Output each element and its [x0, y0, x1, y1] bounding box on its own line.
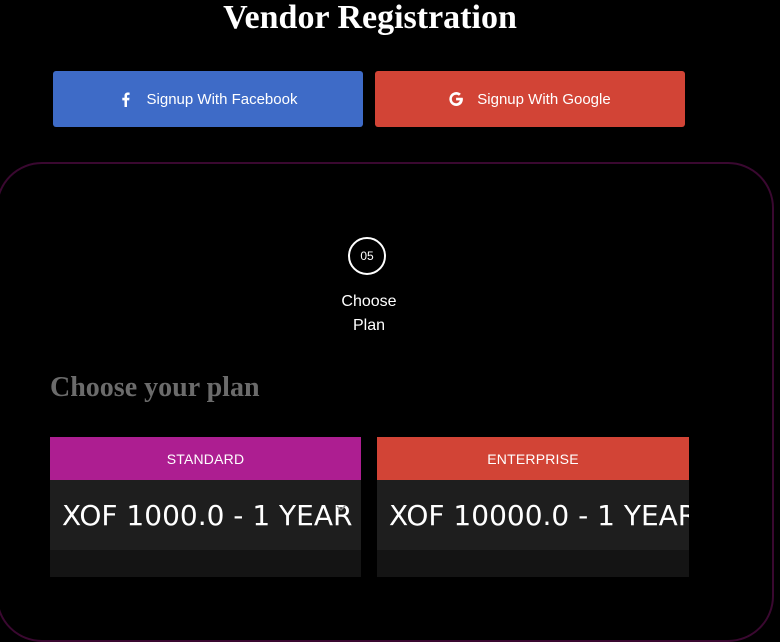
step-label-line1: Choose: [341, 293, 397, 310]
step-label: Choose Plan: [319, 290, 419, 338]
step-label-line2: Plan: [352, 317, 386, 334]
plan-price: XOF 10000.0 - 1 YEAR: [389, 498, 689, 532]
google-icon: [449, 91, 464, 107]
page-title: Vendor Registration: [223, 0, 517, 36]
plan-details: [50, 550, 361, 577]
plan-details: [377, 550, 689, 577]
plan-price: XOF 1000.0 - 1 YEAR: [62, 498, 353, 532]
plan-name: ENTERPRISE: [377, 437, 689, 480]
plan-card-enterprise[interactable]: ENTERPRISE XOF 10000.0 - 1 YEAR: [377, 437, 689, 577]
plan-card-standard[interactable]: STANDARD XOF 1000.0 - 1 YEAR: [50, 437, 361, 577]
signup-facebook-button[interactable]: Signup With Facebook: [53, 71, 363, 127]
facebook-icon: [119, 91, 133, 107]
signup-facebook-label: Signup With Facebook: [146, 90, 298, 108]
chevron-down-icon: [336, 505, 346, 512]
choose-plan-heading: Choose your plan: [50, 372, 260, 403]
step-number-badge: 05: [348, 237, 386, 275]
plan-name: STANDARD: [50, 437, 361, 480]
signup-google-button[interactable]: Signup With Google: [375, 71, 685, 127]
plan-price-select[interactable]: XOF 1000.0 - 1 YEAR: [50, 480, 361, 550]
signup-google-label: Signup With Google: [477, 90, 611, 108]
plan-price-select[interactable]: XOF 10000.0 - 1 YEAR: [377, 480, 689, 550]
